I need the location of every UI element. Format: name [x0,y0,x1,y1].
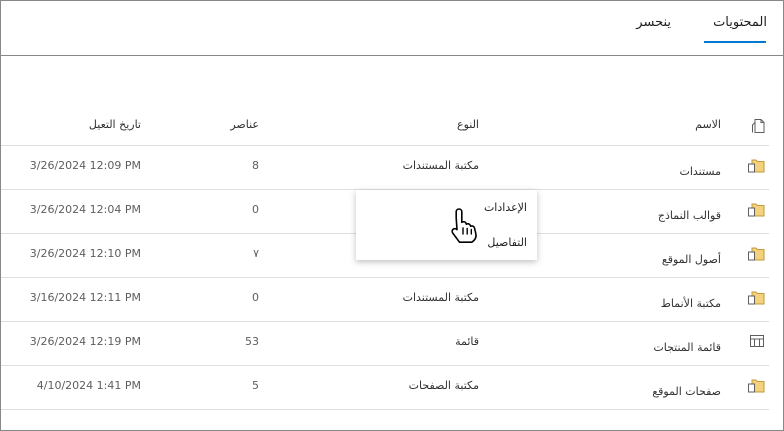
column-header-name[interactable]: الاسم [695,118,721,131]
folder-doc-icon [747,246,765,262]
active-tab-indicator [704,41,766,43]
row-items: 0 [252,291,259,304]
folder-doc-icon [747,158,765,174]
tab-contents[interactable]: المحتويات [713,15,767,30]
file-type-header-icon [751,118,765,134]
column-header-modified[interactable]: تاريخ التعيل [89,118,141,131]
row-items: 8 [252,159,259,172]
folder-doc-icon [747,378,765,394]
row-name[interactable]: قائمة المنتجات [653,341,721,354]
hand-pointer-cursor-icon [447,205,483,247]
row-modified: 3/26/2024 12:10 PM [29,247,141,260]
table-header-row: الاسم النوع عناصر تاريخ التعيل [1,105,769,146]
menu-item-details[interactable]: التفاصيل [487,236,527,249]
column-header-items[interactable]: عناصر [230,118,259,131]
row-items: 0 [252,203,259,216]
menu-item-settings[interactable]: الإعدادات [484,201,527,214]
row-items: 5 [252,379,259,392]
site-contents-panel: المحتويات ينحسر الاسم النوع عناصر تاريخ … [0,0,784,431]
table-row[interactable]: قائمة المنتجات قائمة 53 3/26/2024 12:19 … [1,322,769,366]
row-name[interactable]: أصول الموقع [662,253,721,266]
row-modified: 3/26/2024 12:09 PM [29,159,141,172]
list-icon [749,334,765,348]
tab-bar: المحتويات ينحسر [1,1,783,56]
table-row[interactable]: مستندات مكتبة المستندات 8 3/26/2024 12:0… [1,146,769,190]
row-type: قائمة [455,335,479,348]
row-name[interactable]: صفحات الموقع [652,385,721,398]
row-name[interactable]: قوالب النماذج [658,209,721,222]
row-items: 53 [245,335,259,348]
table-row[interactable]: مكتبة الأنماط مكتبة المستندات 0 3/16/202… [1,278,769,322]
row-modified: 3/26/2024 12:19 PM [29,335,141,348]
folder-doc-icon [747,290,765,306]
row-name[interactable]: مكتبة الأنماط [661,297,721,310]
table-row[interactable]: صفحات الموقع مكتبة الصفحات 5 4/10/2024 1… [1,366,769,410]
row-type: مكتبة المستندات [402,291,479,304]
row-modified: 3/26/2024 12:04 PM [29,203,141,216]
column-header-type[interactable]: النوع [457,118,479,131]
row-modified: 4/10/2024 1:41 PM [36,379,141,392]
tab-recycle-bin[interactable]: ينحسر [636,15,671,30]
folder-doc-icon [747,202,765,218]
row-name[interactable]: مستندات [679,165,721,178]
row-type: مكتبة المستندات [402,159,479,172]
row-items: ٧ [253,247,259,260]
row-modified: 3/16/2024 12:11 PM [29,291,141,304]
row-type: مكتبة الصفحات [408,379,479,392]
